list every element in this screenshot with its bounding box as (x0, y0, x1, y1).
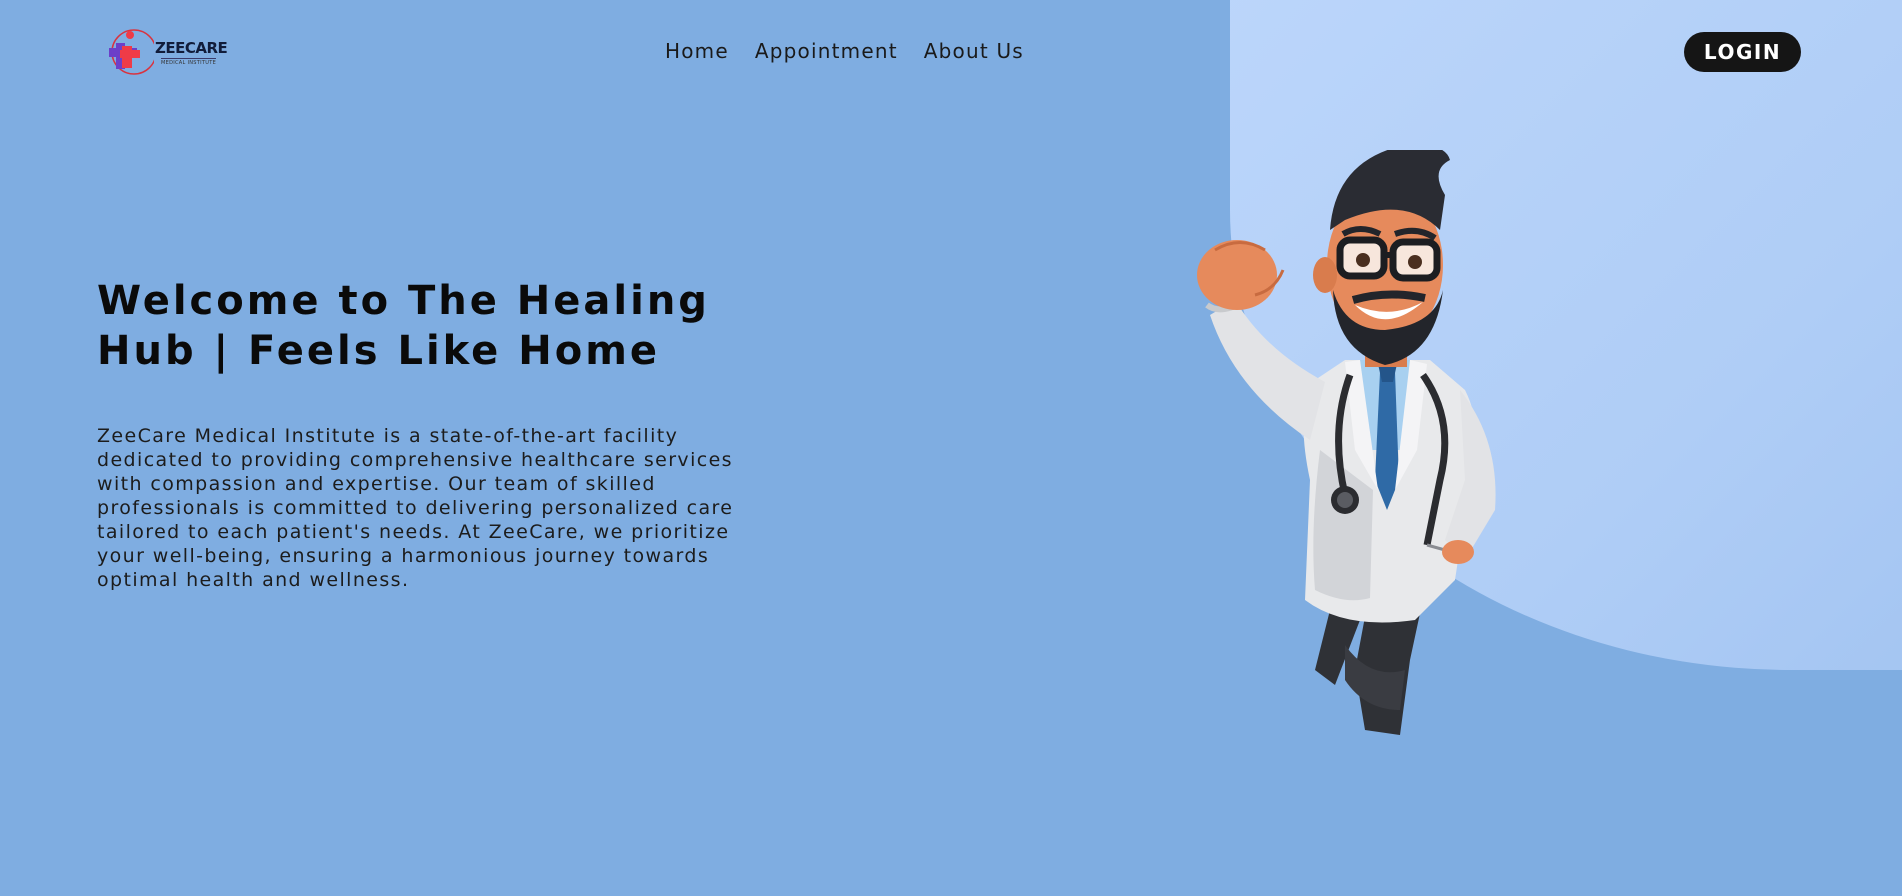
hero-title: Welcome to The Healing Hub | Feels Like … (97, 278, 710, 374)
nav-link-about-us[interactable]: About Us (924, 39, 1024, 63)
login-button[interactable]: LOGIN (1684, 32, 1801, 72)
landing-page: ZEECARE MEDICAL INSTITUTE Home Appointme… (0, 0, 1902, 896)
brand-subtitle: MEDICAL INSTITUTE (161, 58, 217, 66)
nav-link-home[interactable]: Home (665, 39, 729, 63)
hero-description: ZeeCare Medical Institute is a state-of-… (97, 425, 734, 591)
logo[interactable]: ZEECARE MEDICAL INSTITUTE (108, 26, 238, 78)
medical-cross-icon (109, 29, 154, 75)
brand-name: ZEECARE (155, 39, 228, 57)
nav-link-appointment[interactable]: Appointment (755, 39, 898, 63)
top-navbar: ZEECARE MEDICAL INSTITUTE Home Appointme… (0, 0, 1902, 104)
doctor-illustration (1197, 150, 1496, 735)
nav-links: Home Appointment About Us (665, 39, 1024, 63)
